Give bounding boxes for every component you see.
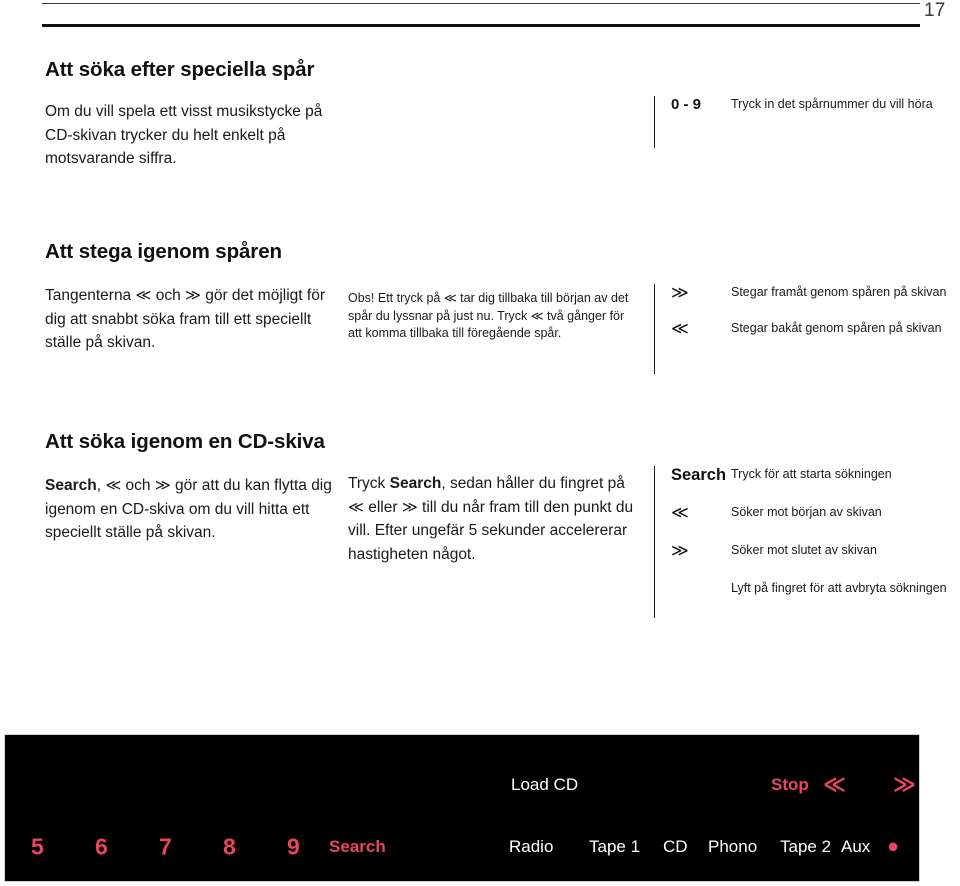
legend-row: ≪ Söker mot början av skivan (655, 504, 954, 522)
device-button-aux[interactable]: Aux (841, 837, 870, 857)
section-body-left: Tangenterna ≪ och ≫ gör det möjligt för … (45, 284, 345, 355)
note-text-part: Obs! Ett tryck på (348, 291, 444, 305)
legend-description: Lyft på fingret för att avbryta sökninge… (731, 581, 947, 595)
legend-row: 0 - 9 Tryck in det spårnummer du vill hö… (655, 96, 954, 114)
section-title: Att söka efter speciella spår (45, 58, 315, 81)
body-text-part: och (151, 287, 186, 304)
double-right-chevron-icon: ≫ (671, 541, 689, 561)
double-left-chevron-icon[interactable]: ≪ (823, 773, 846, 798)
double-left-chevron-icon: ≪ (671, 503, 689, 523)
legend-list: 0 - 9 Tryck in det spårnummer du vill hö… (654, 96, 954, 148)
legend-description: Stegar framåt genom spåren på skivan (731, 285, 947, 299)
double-left-chevron-icon: ≪ (443, 291, 457, 305)
header-rule-thin (42, 3, 920, 4)
double-right-chevron-icon: ≫ (401, 497, 418, 516)
double-left-chevron-icon: ≪ (530, 308, 544, 323)
legend-key: 0 - 9 (671, 96, 702, 113)
legend-row: ≪ Stegar bakåt genom spåren på skivan (655, 320, 954, 338)
page-header: 17 (0, 0, 960, 40)
device-button-phono[interactable]: Phono (708, 837, 757, 857)
legend-description: Stegar bakåt genom spåren på skivan (731, 321, 942, 335)
section-body-left: Om du vill spela ett visst musikstycke p… (45, 103, 323, 167)
legend-row: Lyft på fingret för att avbryta sökninge… (655, 580, 954, 597)
body-text-bold: Search (45, 477, 97, 494)
document-content: Att söka efter speciella spår Om du vill… (0, 40, 960, 730)
legend-description: Söker mot slutet av skivan (731, 543, 877, 557)
key-legend: Search Tryck för att starta sökningen ≪ … (654, 466, 954, 618)
double-right-chevron-icon: ≫ (671, 283, 689, 303)
device-button-search[interactable]: Search (329, 837, 386, 857)
device-button-9[interactable]: 9 (287, 834, 300, 861)
device-button-cd[interactable]: CD (663, 837, 688, 857)
device-panel-bottom-row: 5 6 7 8 9 Search Radio Tape 1 CD Phono Tape 2 Aux ● (5, 827, 919, 867)
device-button-radio[interactable]: Radio (509, 837, 553, 857)
body-text-bold: Search (389, 475, 442, 492)
device-button-tape-1[interactable]: Tape 1 (589, 837, 640, 857)
body-text-part: och (121, 477, 155, 494)
section-note-middle: Obs! Ett tryck på ≪ tar dig tillbaka til… (348, 290, 638, 343)
device-button-7[interactable]: 7 (159, 834, 172, 861)
section-title: Att stega igenom spåren (45, 240, 282, 263)
legend-description: Söker mot början av skivan (731, 505, 882, 519)
device-button-load-cd[interactable]: Load CD (511, 775, 578, 795)
legend-description: Tryck in det spårnummer du vill höra (731, 97, 933, 111)
legend-row: Search Tryck för att starta sökningen (655, 466, 954, 484)
double-right-chevron-icon: ≫ (154, 476, 171, 494)
page-number: 17 (924, 0, 946, 21)
legend-key-search: Search (671, 466, 727, 484)
legend-description: Tryck för att starta sökningen (731, 467, 892, 481)
body-text-part: eller (363, 498, 402, 516)
body-text-part: , sedan håller du fingret på (441, 475, 625, 492)
legend-list: Search Tryck för att starta sökningen ≪ … (654, 466, 954, 618)
legend-row: ≫ Söker mot slutet av skivan (655, 542, 954, 560)
body-text-part: Tangenterna (45, 287, 136, 304)
double-left-chevron-icon: ≪ (135, 286, 152, 304)
record-dot-icon[interactable]: ● (887, 836, 899, 859)
key-legend: ≫ Stegar framåt genom spåren på skivan ≪… (654, 284, 954, 374)
device-button-stop[interactable]: Stop (771, 775, 809, 795)
double-right-chevron-icon: ≫ (185, 286, 201, 304)
body-text-part: Tryck (348, 475, 390, 492)
section-body-left: Search, ≪ och ≫ gör att du kan flytta di… (45, 474, 345, 545)
double-left-chevron-icon: ≪ (348, 497, 364, 516)
section-body-middle: Tryck Search, sedan håller du fingret på… (348, 472, 638, 566)
key-legend: 0 - 9 Tryck in det spårnummer du vill hö… (654, 96, 954, 148)
legend-row: ≫ Stegar framåt genom spåren på skivan (655, 284, 954, 302)
double-left-chevron-icon: ≪ (105, 476, 122, 494)
legend-list: ≫ Stegar framåt genom spåren på skivan ≪… (654, 284, 954, 374)
double-left-chevron-icon: ≪ (671, 319, 689, 339)
device-button-tape-2[interactable]: Tape 2 (780, 837, 831, 857)
device-button-6[interactable]: 6 (95, 834, 108, 861)
device-button-8[interactable]: 8 (223, 834, 236, 861)
device-panel-top-row: Load CD Stop ≪ ≫ (5, 765, 919, 805)
device-button-5[interactable]: 5 (31, 834, 44, 861)
header-rule-thick (42, 24, 920, 27)
double-right-chevron-icon[interactable]: ≫ (893, 773, 916, 798)
section-title: Att söka igenom en CD-skiva (45, 430, 325, 453)
device-control-panel: Load CD Stop ≪ ≫ 5 6 7 8 9 Search Radio Tape 1 CD Ph… (4, 734, 920, 882)
